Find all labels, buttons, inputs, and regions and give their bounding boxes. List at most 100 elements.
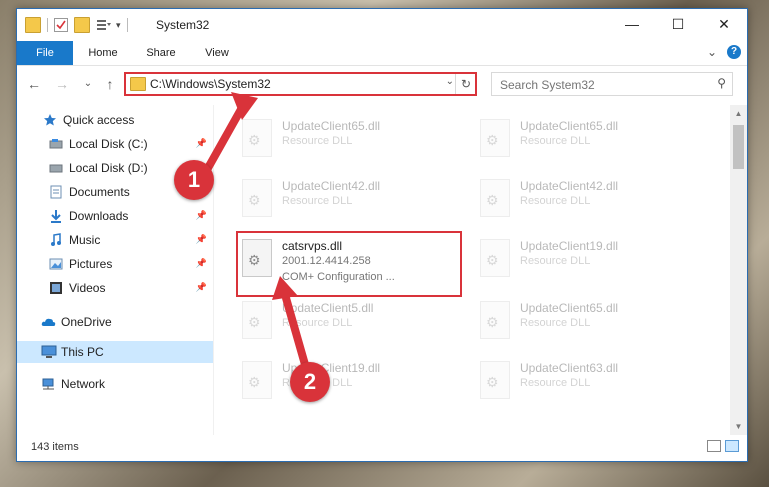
sidebar-item-label: Documents: [69, 185, 130, 199]
close-button[interactable]: ✕: [701, 9, 747, 39]
sidebar-item-network[interactable]: Network: [17, 373, 213, 395]
sidebar-item-label: Network: [61, 377, 106, 391]
tab-share[interactable]: Share: [139, 41, 183, 65]
drive-icon: [49, 161, 63, 175]
toolbar-separator: [47, 18, 48, 32]
file-item[interactable]: ⚙ UpdateClient19.dll Resource DLL: [234, 355, 454, 407]
file-item[interactable]: ⚙ UpdateClient19.dll Resource DLL: [472, 233, 692, 285]
sidebar-item-quick-access[interactable]: Quick access: [17, 109, 213, 131]
sidebar-item-pictures[interactable]: Pictures 📌: [17, 253, 213, 275]
help-icon[interactable]: ?: [727, 45, 741, 59]
maximize-button[interactable]: ☐: [655, 9, 701, 39]
details-view-icon[interactable]: [707, 440, 721, 452]
download-icon: [49, 209, 63, 223]
back-button[interactable]: ←: [25, 75, 43, 93]
tab-home[interactable]: Home: [81, 41, 125, 65]
chevron-down-icon[interactable]: ⌄: [707, 45, 717, 59]
sidebar-item-local-disk-c[interactable]: Local Disk (C:) 📌: [17, 133, 213, 155]
dll-file-icon: ⚙: [242, 301, 272, 339]
file-name: UpdateClient65.dll: [520, 119, 619, 133]
file-type: Resource DLL: [520, 195, 591, 207]
dll-file-icon: ⚙: [242, 119, 272, 157]
search-icon[interactable]: ⚲: [717, 76, 726, 90]
forward-button[interactable]: →: [53, 75, 71, 93]
dll-file-icon: ⚙: [480, 361, 510, 399]
pin-icon[interactable]: 📌: [196, 210, 207, 221]
step-1-badge: 1: [174, 160, 214, 200]
star-icon: [43, 113, 57, 127]
quick-access-toolbar: ▾: [25, 17, 128, 33]
minimize-button[interactable]: —: [609, 9, 655, 39]
file-type: Resource DLL: [520, 255, 591, 267]
ribbon-controls: ⌄ ?: [707, 45, 741, 59]
navigation-pane: Quick access Local Disk (C:) 📌 Local Dis…: [17, 105, 213, 433]
search-box[interactable]: ⚲: [491, 72, 733, 96]
dll-file-icon: ⚙: [480, 179, 510, 217]
file-item[interactable]: ⚙ UpdateClient42.dll Resource DLL: [472, 173, 692, 225]
title-bar: ▾ System32 — ☐ ✕: [17, 9, 747, 41]
file-type: Resource DLL: [282, 135, 353, 147]
file-type: Resource DLL: [282, 195, 353, 207]
file-item[interactable]: ⚙ UpdateClient65.dll Resource DLL: [234, 113, 454, 165]
sidebar-item-music[interactable]: Music 📌: [17, 229, 213, 251]
file-item[interactable]: ⚙ UpdateClient63.dll Resource DLL: [472, 355, 692, 407]
sidebar-item-label: Local Disk (C:): [69, 137, 148, 151]
properties-icon[interactable]: [54, 18, 68, 32]
toolbar-dropdown-icon[interactable]: ▾: [116, 20, 121, 31]
sidebar-item-this-pc[interactable]: This PC: [17, 341, 213, 363]
vertical-scrollbar[interactable]: ▲ ▼: [730, 105, 747, 435]
videos-icon: [49, 281, 63, 295]
item-count: 143 items: [31, 441, 79, 453]
drive-icon: [49, 137, 63, 151]
file-item[interactable]: ⚙ UpdateClient65.dll Resource DLL: [472, 113, 692, 165]
gear-icon: ⚙: [248, 314, 261, 330]
dll-file-icon: ⚙: [242, 361, 272, 399]
file-name: UpdateClient42.dll: [520, 179, 619, 193]
new-folder-icon[interactable]: [74, 17, 90, 33]
pin-icon[interactable]: 📌: [196, 138, 207, 149]
gear-icon: ⚙: [248, 132, 261, 148]
customize-toolbar-icon[interactable]: [96, 18, 111, 32]
sidebar-item-label: Videos: [69, 281, 106, 295]
file-name: UpdateClient65.dll: [520, 301, 619, 315]
pin-icon[interactable]: 📌: [196, 258, 207, 269]
tab-view[interactable]: View: [197, 41, 237, 65]
file-item[interactable]: ⚙ UpdateClient42.dll Resource DLL: [234, 173, 454, 225]
gear-icon: ⚙: [486, 374, 499, 390]
toolbar-separator: [126, 18, 128, 32]
sidebar-item-label: Pictures: [69, 257, 113, 271]
file-item[interactable]: ⚙ UpdateClient65.dll Resource DLL: [472, 295, 692, 347]
ribbon-tabs: File Home Share View ⌄ ?: [17, 41, 747, 66]
status-bar: 143 items: [17, 435, 747, 461]
sidebar-item-videos[interactable]: Videos 📌: [17, 277, 213, 299]
gear-icon: ⚙: [486, 192, 499, 208]
sidebar-item-label: OneDrive: [61, 315, 112, 329]
up-button[interactable]: ↑: [101, 75, 119, 93]
scroll-up-icon[interactable]: ▲: [730, 105, 747, 122]
folder-icon[interactable]: [25, 17, 41, 33]
pin-icon[interactable]: 📌: [196, 234, 207, 245]
scroll-down-icon[interactable]: ▼: [730, 418, 747, 435]
sidebar-item-downloads[interactable]: Downloads 📌: [17, 205, 213, 227]
large-icons-view-icon[interactable]: [725, 440, 739, 452]
file-item[interactable]: ⚙ UpdateClient5.dll Resource DLL: [234, 295, 454, 347]
file-highlight-box: [236, 231, 462, 297]
file-type: Resource DLL: [520, 317, 591, 329]
sidebar-item-label: Quick access: [63, 113, 135, 127]
gear-icon: ⚙: [486, 252, 499, 268]
explorer-window: ▾ System32 — ☐ ✕ File Home Share View ⌄ …: [16, 8, 748, 462]
pin-icon[interactable]: 📌: [196, 282, 207, 293]
recent-locations-button[interactable]: ⌄: [79, 75, 97, 93]
step-2-badge: 2: [290, 362, 330, 402]
file-name: UpdateClient42.dll: [282, 179, 381, 193]
file-name: UpdateClient65.dll: [282, 119, 381, 133]
search-input[interactable]: [498, 76, 702, 94]
sidebar-item-label: Music: [69, 233, 101, 247]
sidebar-item-onedrive[interactable]: OneDrive: [17, 311, 213, 333]
tab-file[interactable]: File: [17, 41, 73, 65]
dll-file-icon: ⚙: [242, 179, 272, 217]
window-controls: — ☐ ✕: [609, 9, 747, 39]
network-icon: [41, 377, 55, 391]
file-type: Resource DLL: [282, 317, 353, 329]
scrollbar-thumb[interactable]: [733, 125, 744, 169]
